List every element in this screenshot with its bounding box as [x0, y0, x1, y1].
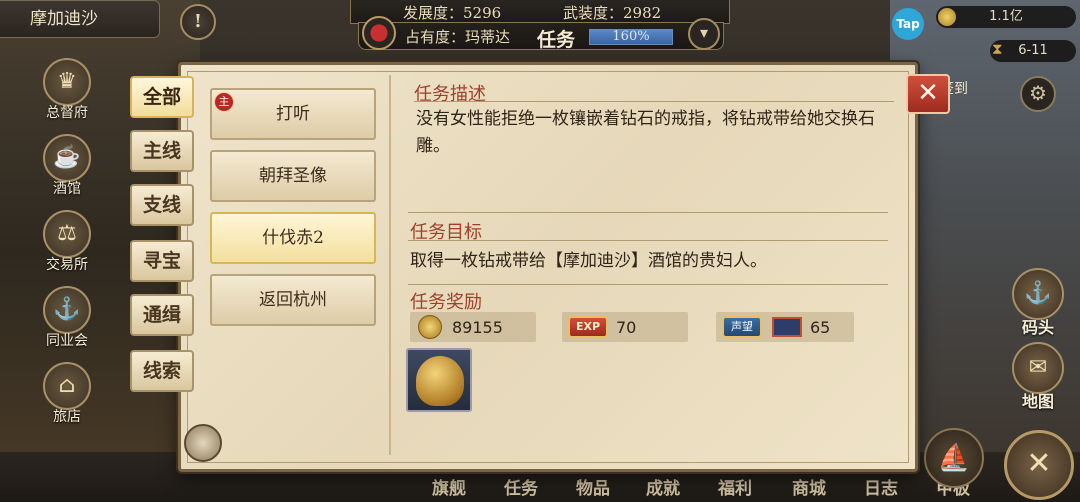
- hourglass-icon: ⧗: [992, 40, 1003, 58]
- reputation-icon: 声望: [722, 316, 762, 338]
- nav-exchange[interactable]: ⚖ 交易所: [38, 210, 96, 274]
- task-title: 任务: [537, 29, 576, 51]
- tab-treasure[interactable]: 寻宝: [130, 240, 194, 282]
- nav-label: 码头: [1021, 318, 1054, 337]
- nav-tavern[interactable]: ☕ 酒馆: [38, 134, 96, 198]
- section-divider: [408, 240, 888, 241]
- nav-inn[interactable]: ⌂ 旅店: [38, 362, 96, 426]
- nav-dock[interactable]: ⚓ 码头: [1008, 268, 1068, 338]
- panel-divider: [389, 75, 391, 455]
- task-progress-bar: 160%: [589, 29, 673, 45]
- nav-governor[interactable]: ♛ 总督府: [38, 58, 96, 122]
- guild-shield-icon: ⚓: [43, 286, 91, 334]
- goal-text: 取得一枚钻戒带给【摩加迪沙】酒馆的贵妇人。: [410, 251, 767, 271]
- desc-title: 任务描述: [414, 84, 486, 105]
- date-value: 6-11: [1018, 43, 1048, 58]
- tap-button[interactable]: Tap: [892, 8, 924, 40]
- map-icon: ✉: [1012, 342, 1064, 394]
- development-stat: 发展度：5296: [403, 4, 502, 22]
- section-divider: [414, 101, 894, 102]
- bottom-nav-log[interactable]: 日志: [864, 474, 898, 499]
- armament-stat: 武装度：2982: [563, 4, 662, 22]
- exp-icon: EXP: [568, 316, 608, 338]
- reward-rep-value: 65: [810, 318, 831, 337]
- reward-item-slot[interactable]: [406, 348, 472, 412]
- nav-label: 交易所: [46, 257, 88, 273]
- section-divider: [408, 284, 888, 285]
- reward-gold: 89155: [410, 312, 536, 342]
- chevron-down-icon[interactable]: ▾: [688, 18, 720, 50]
- gold-amount: 1.1亿: [989, 9, 1023, 24]
- bottom-nav-items[interactable]: 物品: [576, 474, 610, 499]
- nav-guild[interactable]: ⚓ 同业会: [38, 286, 96, 350]
- tab-side[interactable]: 支线: [130, 184, 194, 226]
- gold-display: 1.1亿: [936, 6, 1076, 28]
- reward-exp-value: 70: [616, 318, 637, 337]
- bottom-nav-achievements[interactable]: 成就: [646, 474, 680, 499]
- scales-icon: ⚖: [43, 210, 91, 258]
- bottom-nav-flagship[interactable]: 旗舰: [432, 474, 466, 499]
- alert-icon[interactable]: !: [180, 4, 216, 40]
- task-progress-text: 160%: [612, 29, 650, 44]
- bottom-nav-tasks[interactable]: 任务: [504, 474, 538, 499]
- nav-label: 同业会: [46, 333, 88, 349]
- flag-icon: [772, 317, 802, 337]
- reward-gold-value: 89155: [452, 318, 503, 337]
- main-quest-badge: 主: [214, 92, 234, 112]
- quest-item-shifachi[interactable]: 什伐赤2: [210, 212, 376, 264]
- bottom-nav-shop[interactable]: 商城: [792, 474, 826, 499]
- compass-icon: [184, 424, 222, 462]
- ship-icon[interactable]: ⛵: [924, 428, 984, 488]
- stats-bar: 发展度：5296 武装度：2982: [350, 0, 730, 24]
- close-icon[interactable]: ✕: [906, 74, 950, 114]
- date-display: 6-11: [990, 40, 1076, 62]
- nav-label: 酒馆: [53, 181, 81, 197]
- section-divider: [408, 212, 888, 213]
- coin-icon: [418, 315, 442, 339]
- reward-exp: EXP 70: [562, 312, 688, 342]
- gear-icon[interactable]: ⚙: [1020, 76, 1056, 112]
- quest-item-return-hangzhou[interactable]: 返回杭州: [210, 274, 376, 326]
- tab-main[interactable]: 主线: [130, 130, 194, 172]
- tab-clues[interactable]: 线索: [130, 350, 194, 392]
- city-emblem-icon[interactable]: [362, 16, 396, 50]
- occupancy-bar: 占有度：玛蒂达 任务 160%: [358, 22, 724, 51]
- quest-item-inquire[interactable]: 打听: [210, 88, 376, 140]
- crown-icon: ♛: [43, 58, 91, 106]
- tab-all[interactable]: 全部: [130, 76, 194, 118]
- reward-title: 任务奖励: [410, 292, 482, 313]
- tavern-icon: ☕: [43, 134, 91, 182]
- occupancy-stat: 占有度：玛蒂达: [405, 28, 511, 46]
- bottom-nav-welfare[interactable]: 福利: [718, 474, 752, 499]
- crossed-swords-icon[interactable]: ✕: [1004, 430, 1074, 500]
- nav-label: 旅店: [53, 409, 81, 425]
- nav-label: 总督府: [46, 105, 88, 121]
- nav-map[interactable]: ✉ 地图: [1008, 342, 1068, 412]
- reward-reputation: 声望 65: [716, 312, 854, 342]
- quest-item-pilgrimage[interactable]: 朝拜圣像: [210, 150, 376, 202]
- desc-text: 没有女性能拒绝一枚镶嵌着钻石的戒指，将钻戒带给她交换石雕。: [416, 109, 875, 156]
- tab-wanted[interactable]: 通缉: [130, 294, 194, 336]
- inn-icon: ⌂: [43, 362, 91, 410]
- city-name: 摩加迪沙: [0, 0, 160, 38]
- golden-lion-statue-icon: [416, 356, 464, 406]
- nav-label: 地图: [1021, 392, 1054, 411]
- dock-icon: ⚓: [1012, 268, 1064, 320]
- coin-icon: [938, 8, 956, 26]
